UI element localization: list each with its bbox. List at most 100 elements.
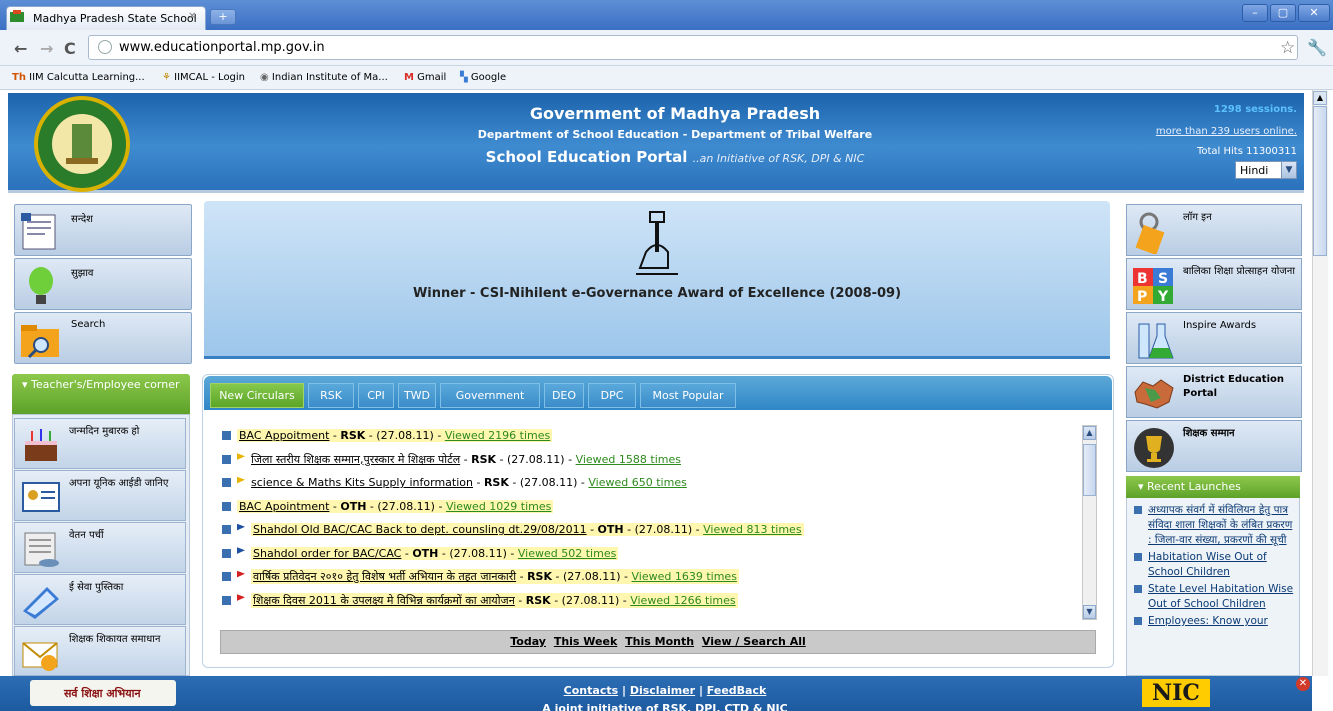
teacher-item-birthday[interactable]: जन्मदिन मुबारक हो [14,418,186,469]
new-tab-button[interactable]: + [210,9,236,25]
favicon-icon [10,10,24,22]
chevron-down-icon[interactable]: ▼ [1281,162,1296,178]
circular-row[interactable]: शिक्षक दिवस 2011 के उपलक्ष्य मे विभिन्न … [222,589,1082,613]
close-window-button[interactable]: ✕ [1298,4,1330,22]
bullet-icon [222,478,231,488]
maximize-button[interactable]: ▢ [1270,4,1296,22]
header-departments: Department of School Education - Departm… [477,128,873,141]
teacher-item-unique-id[interactable]: अपना यूनिक आईडी जानिए [14,470,186,521]
circular-title-link[interactable]: जिला स्तरीय शिक्षक सम्मान,पुरस्कार मे शि… [251,453,460,466]
tab-government[interactable]: Government [440,383,540,408]
circular-entry: Shahdol order for BAC/CAC - OTH - (27.08… [251,546,619,560]
reload-icon[interactable]: C [64,39,76,58]
close-icon[interactable]: ✕ [1296,677,1310,691]
tab-deo[interactable]: DEO [544,383,584,408]
bookmark-gmail[interactable]: M Gmail [404,72,446,83]
circular-row[interactable]: BAC Appoitment - RSK - (27.08.11) - View… [222,424,1082,448]
bookmark-google[interactable]: ▚ Google [460,72,506,83]
circular-row[interactable]: वार्षिक प्रतिवेदन २०१० हेतु विशेष भर्ती … [222,565,1082,589]
minimize-button[interactable]: – [1242,4,1268,22]
bookmark-iimcal-login[interactable]: ⚘ IIMCAL - Login [162,72,245,83]
teacher-item-salary-slip[interactable]: वेतन पर्ची [14,522,186,573]
filter-view-search-all[interactable]: View / Search All [702,635,806,648]
message-note-icon [21,213,56,250]
tab-twd[interactable]: TWD [398,383,436,408]
circular-title-link[interactable]: BAC Apointment [239,500,329,513]
circulars-scrollbar-thumb[interactable] [1083,444,1096,496]
back-icon[interactable]: ← [14,39,27,58]
circular-row[interactable]: Shahdol Old BAC/CAC Back to dept. counsl… [222,518,1082,542]
contacts-link[interactable]: Contacts [564,684,618,697]
teacher-item-e-service-book[interactable]: ई सेवा पुस्तिका [14,574,186,625]
circular-title-link[interactable]: Shahdol order for BAC/CAC [253,547,401,560]
view-count: Viewed 1639 times [631,570,737,584]
filter-today[interactable]: Today [510,635,546,648]
circular-title-link[interactable]: शिक्षक दिवस 2011 के उपलक्ष्य मे विभिन्न … [253,594,515,607]
right-menu-inspire-awards[interactable]: Inspire Awards [1126,312,1302,364]
circular-entry: science & Maths Kits Supply information … [251,476,687,490]
id-card-icon [22,482,60,512]
sessions-count: 1298 sessions. [1213,104,1297,115]
circular-title-link[interactable]: Shahdol Old BAC/CAC Back to dept. counsl… [253,523,587,536]
circular-row[interactable]: जिला स्तरीय शिक्षक सम्मान,पुरस्कार मे शि… [222,448,1082,472]
filter-this-month[interactable]: This Month [625,635,694,648]
scroll-down-icon[interactable]: ▼ [1083,605,1096,619]
page-scrollbar-thumb[interactable] [1313,106,1327,256]
tab-new-circulars[interactable]: New Circulars [210,383,304,408]
tab-dpc[interactable]: DPC [588,383,636,408]
recent-item[interactable]: Employees: Know your [1134,614,1296,629]
flag-icon [237,523,245,531]
circular-title-link[interactable]: वार्षिक प्रतिवेदन २०१० हेतु विशेष भर्ती … [253,570,516,583]
bookmark-star-icon[interactable]: ☆ [1280,38,1295,58]
tab-most-popular[interactable]: Most Popular [640,383,736,408]
disclaimer-link[interactable]: Disclaimer [630,684,695,697]
header-portal-name: School Education Portal ..an Initiative … [485,148,865,166]
birthday-cake-icon [25,429,57,461]
right-menu-teacher-award[interactable]: शिक्षक सम्मान [1126,420,1302,472]
address-bar[interactable]: www.educationportal.mp.gov.in [88,35,1298,60]
mp-government-emblem [34,96,130,192]
bullet-icon [222,525,231,535]
circular-title-link[interactable]: BAC Appoitment [239,429,329,442]
right-menu-login[interactable]: लॉग इन [1126,204,1302,256]
tab-rsk[interactable]: RSK [308,383,354,408]
recent-launches-header: ▾ Recent Launches [1126,476,1300,498]
tab-cpi[interactable]: CPI [358,383,394,408]
page-scroll-up-icon[interactable]: ▲ [1313,91,1327,105]
sarva-shiksha-abhiyan-logo: सर्व शिक्षा अभियान [30,680,176,706]
recent-item[interactable]: State Level Habitation Wise Out of Schoo… [1134,582,1296,612]
flag-icon [237,547,245,554]
right-menu-district-portal[interactable]: District Education Portal [1126,366,1302,418]
wrench-icon[interactable]: 🔧 [1307,38,1327,57]
right-menu-bspy[interactable]: BSPY बालिका शिक्षा प्रोत्साहन योजना [1126,258,1302,310]
browser-tab[interactable]: Madhya Pradesh State School [6,6,206,30]
bullet-icon [222,431,231,441]
circular-row[interactable]: science & Maths Kits Supply information … [222,471,1082,495]
flask-icon [1138,323,1174,359]
teacher-item-grievance[interactable]: शिक्षक शिकायत समाधान [14,626,186,676]
left-menu-message[interactable]: सन्देश [14,204,192,256]
recent-launches-list: अध्यापक संवर्ग में संविलियन हेतु पात्र स… [1134,503,1296,675]
recent-item[interactable]: Habitation Wise Out of School Children [1134,550,1296,580]
recent-item[interactable]: अध्यापक संवर्ग में संविलियन हेतु पात्र स… [1134,503,1296,548]
forward-icon[interactable]: → [40,39,53,58]
filter-this-week[interactable]: This Week [554,635,617,648]
circular-title-link[interactable]: science & Maths Kits Supply information [251,476,473,489]
lightbulb-icon [29,267,53,304]
tab-close-icon[interactable]: ✕ [188,11,196,22]
footer-joint-initiative: A joint initiative of RSK, DPI, CTD & NI… [542,702,788,711]
users-online-link[interactable]: more than 239 users online. [1156,126,1297,137]
feedback-link[interactable]: FeedBack [707,684,767,697]
bookmark-indian-institute[interactable]: ◉ Indian Institute of Ma... [260,72,388,83]
bookmark-iim-learning[interactable]: Th IIM Calcutta Learning... [12,72,145,83]
left-menu-search[interactable]: Search [14,312,192,364]
circular-row[interactable]: BAC Apointment - OTH - (27.08.11) - View… [222,495,1082,519]
total-hits: Total Hits 11300311 [1196,146,1297,157]
map-icon [1134,379,1174,409]
view-count: Viewed 650 times [588,476,687,490]
left-menu-suggestion[interactable]: सुझाव [14,258,192,310]
scroll-up-icon[interactable]: ▲ [1083,426,1096,440]
circular-row[interactable]: Shahdol order for BAC/CAC - OTH - (27.08… [222,542,1082,566]
csi-award-logo [636,211,678,275]
view-count: Viewed 1588 times [575,452,681,466]
